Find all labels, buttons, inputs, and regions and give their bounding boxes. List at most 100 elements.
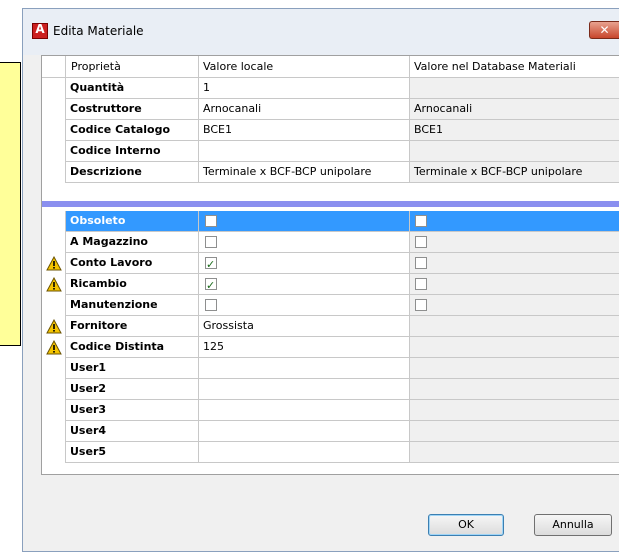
local-value-cell[interactable] xyxy=(199,295,410,316)
close-button[interactable]: ✕ xyxy=(589,21,619,39)
property-label: Costruttore xyxy=(66,99,199,120)
db-value-cell xyxy=(410,358,619,379)
local-value-cell[interactable] xyxy=(199,379,410,400)
property-label: Ricambio xyxy=(66,274,199,295)
warning-icon xyxy=(46,256,62,271)
property-label: Codice Distinta xyxy=(66,337,199,358)
warning-icon xyxy=(46,277,62,292)
db-value-cell xyxy=(410,274,619,295)
app-logo-icon xyxy=(32,22,48,39)
db-checkbox xyxy=(415,278,427,290)
property-label: Fornitore xyxy=(66,316,199,337)
db-value-cell xyxy=(410,78,619,99)
properties-grid: Proprietà Valore locale Valore nel Datab… xyxy=(41,55,619,475)
db-value-cell xyxy=(410,253,619,274)
row-gutter xyxy=(42,162,66,183)
row-gutter xyxy=(42,120,66,141)
table-row[interactable]: Obsoleto xyxy=(42,211,619,232)
db-value-cell xyxy=(410,442,619,463)
table-row[interactable]: Manutenzione xyxy=(42,295,619,316)
property-label: Manutenzione xyxy=(66,295,199,316)
row-gutter xyxy=(42,421,66,442)
table-row[interactable]: Codice Distinta 125 xyxy=(42,337,619,358)
local-value-cell[interactable]: BCE1 xyxy=(199,120,410,141)
local-value-cell[interactable] xyxy=(199,274,410,295)
db-value-cell: Arnocanali xyxy=(410,99,619,120)
local-value-cell[interactable]: 1 xyxy=(199,78,410,99)
warning-icon xyxy=(46,319,62,334)
property-label: Descrizione xyxy=(66,162,199,183)
local-value-cell[interactable] xyxy=(199,442,410,463)
property-label: User3 xyxy=(66,400,199,421)
local-checkbox[interactable] xyxy=(205,299,217,311)
table-row[interactable]: User3 xyxy=(42,400,619,421)
row-gutter xyxy=(42,295,66,316)
property-label: User2 xyxy=(66,379,199,400)
property-label: Conto Lavoro xyxy=(66,253,199,274)
window-title: Edita Materiale xyxy=(53,24,144,38)
local-value-cell[interactable] xyxy=(199,211,410,232)
yellow-note-panel xyxy=(0,62,21,346)
local-value-cell[interactable] xyxy=(199,253,410,274)
table-row[interactable]: Conto Lavoro xyxy=(42,253,619,274)
db-checkbox xyxy=(415,299,427,311)
row-gutter xyxy=(42,78,66,99)
table-row[interactable]: A Magazzino xyxy=(42,232,619,253)
table-row[interactable]: Ricambio xyxy=(42,274,619,295)
local-value-cell[interactable]: 125 xyxy=(199,337,410,358)
row-gutter xyxy=(42,232,66,253)
local-checkbox[interactable] xyxy=(205,236,217,248)
row-gutter xyxy=(42,56,66,78)
section-separator xyxy=(42,201,619,207)
local-checkbox[interactable] xyxy=(205,255,217,273)
local-value-cell[interactable] xyxy=(199,358,410,379)
db-value-cell xyxy=(410,337,619,358)
column-header-local-value[interactable]: Valore locale xyxy=(199,56,410,78)
table-row: Quantità 1 xyxy=(42,78,619,99)
local-checkbox[interactable] xyxy=(205,276,217,294)
property-label: Codice Interno xyxy=(66,141,199,162)
db-value-cell: Terminale x BCF-BCP unipolare xyxy=(410,162,619,183)
table-row: Codice Interno xyxy=(42,141,619,162)
warning-icon xyxy=(46,340,62,355)
row-gutter xyxy=(42,358,66,379)
table-row[interactable]: User4 xyxy=(42,421,619,442)
table-row[interactable]: User2 xyxy=(42,379,619,400)
local-checkbox[interactable] xyxy=(205,215,217,227)
db-value-cell xyxy=(410,211,619,232)
table-row[interactable]: User5 xyxy=(42,442,619,463)
table-row: Codice Catalogo BCE1 BCE1 xyxy=(42,120,619,141)
local-value-cell[interactable] xyxy=(199,400,410,421)
db-checkbox xyxy=(415,215,427,227)
table-row[interactable]: Fornitore Grossista xyxy=(42,316,619,337)
db-value-cell xyxy=(410,316,619,337)
db-value-cell xyxy=(410,295,619,316)
local-value-cell[interactable] xyxy=(199,232,410,253)
db-value-cell xyxy=(410,141,619,162)
row-gutter xyxy=(42,274,66,295)
column-header-property[interactable]: Proprietà xyxy=(66,56,199,78)
local-value-cell[interactable]: Terminale x BCF-BCP unipolare xyxy=(199,162,410,183)
ok-button[interactable]: OK xyxy=(428,514,504,536)
cancel-button[interactable]: Annulla xyxy=(534,514,612,536)
row-gutter xyxy=(42,211,66,232)
table-row: Costruttore Arnocanali Arnocanali xyxy=(42,99,619,120)
row-gutter xyxy=(42,337,66,358)
local-value-cell[interactable]: Grossista xyxy=(199,316,410,337)
table-row: Descrizione Terminale x BCF-BCP unipolare… xyxy=(42,162,619,183)
grid-header-row: Proprietà Valore locale Valore nel Datab… xyxy=(42,56,619,78)
row-gutter xyxy=(42,400,66,421)
row-gutter xyxy=(42,379,66,400)
row-gutter xyxy=(42,253,66,274)
table-row[interactable]: User1 xyxy=(42,358,619,379)
local-value-cell[interactable]: Arnocanali xyxy=(199,99,410,120)
db-checkbox xyxy=(415,257,427,269)
row-gutter xyxy=(42,141,66,162)
edit-material-dialog: Edita Materiale ✕ Proprietà Valore local… xyxy=(22,8,619,552)
property-label: Obsoleto xyxy=(66,211,199,232)
local-value-cell[interactable] xyxy=(199,141,410,162)
property-label: User5 xyxy=(66,442,199,463)
local-value-cell[interactable] xyxy=(199,421,410,442)
db-value-cell xyxy=(410,400,619,421)
column-header-db-value[interactable]: Valore nel Database Materiali xyxy=(410,56,619,78)
